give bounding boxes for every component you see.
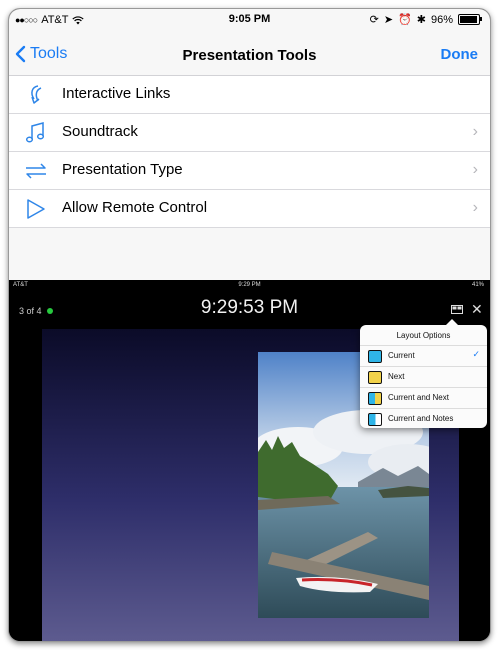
menu-item-soundtrack[interactable]: Soundtrack › xyxy=(9,114,490,152)
chevron-right-icon: › xyxy=(472,161,478,178)
layout-option-current[interactable]: Current ✓ xyxy=(360,345,487,366)
navigation-bar: Tools Presentation Tools Done xyxy=(9,39,490,76)
menu-item-label: Presentation Type xyxy=(62,161,183,178)
presenter-status-bar: AT&T 9:29 PM 41% xyxy=(9,280,490,292)
close-icon[interactable]: ✕ xyxy=(471,301,483,318)
option-label: Current and Next xyxy=(388,393,449,402)
menu-item-presentation-type[interactable]: Presentation Type › xyxy=(9,152,490,190)
swap-arrows-icon xyxy=(26,163,46,179)
music-note-icon xyxy=(25,122,45,143)
layout-options-popover: Layout Options Current ✓ Next Current an… xyxy=(360,319,487,429)
menu-item-label: Soundtrack xyxy=(62,123,138,140)
alarm-icon: ⏰ xyxy=(398,14,412,26)
play-icon xyxy=(27,199,45,219)
page-title: Presentation Tools xyxy=(182,47,317,64)
current-layout-icon xyxy=(368,350,382,363)
current-and-next-layout-icon xyxy=(368,392,382,405)
current-and-notes-layout-icon xyxy=(368,413,382,426)
interactive-links-icon xyxy=(31,85,42,104)
presenter-clock: 9:29:53 PM xyxy=(200,297,299,318)
presenter-display: AT&T 9:29 PM 41% 3 of 4 9:29:53 PM ✕ Lay… xyxy=(9,280,490,641)
option-label: Current and Notes xyxy=(388,414,454,423)
layout-options-icon[interactable] xyxy=(451,305,463,314)
option-label: Current xyxy=(388,351,415,360)
layout-option-current-and-next[interactable]: Current and Next xyxy=(360,387,487,408)
presentation-tools-panel: ●●○○○ AT&T 9:05 PM ⟳ ➤ ⏰ ✱ 96% Tools Pre… xyxy=(9,9,490,280)
option-label: Next xyxy=(388,372,405,381)
menu-item-interactive-links[interactable]: Interactive Links xyxy=(9,76,490,114)
menu-item-label: Allow Remote Control xyxy=(62,199,208,216)
chevron-right-icon: › xyxy=(472,123,478,140)
battery-icon xyxy=(458,14,482,25)
checkmark-icon: ✓ xyxy=(472,349,480,359)
layout-option-next[interactable]: Next xyxy=(360,366,487,387)
status-bar: ●●○○○ AT&T 9:05 PM ⟳ ➤ ⏰ ✱ 96% xyxy=(9,9,490,31)
bluetooth-icon: ✱ xyxy=(416,14,426,26)
presenter-battery-percent: 41% xyxy=(471,282,484,288)
chevron-right-icon: › xyxy=(472,199,478,216)
done-button[interactable]: Done xyxy=(441,46,479,63)
popover-title: Layout Options xyxy=(396,331,451,340)
next-layout-icon xyxy=(368,371,382,384)
rotation-lock-icon: ⟳ xyxy=(369,14,379,26)
ipad-screen: ●●○○○ AT&T 9:05 PM ⟳ ➤ ⏰ ✱ 96% Tools Pre… xyxy=(8,8,491,642)
menu-item-allow-remote-control[interactable]: Allow Remote Control › xyxy=(9,190,490,228)
location-icon: ➤ xyxy=(383,14,394,26)
battery-percent: 96% xyxy=(430,13,453,26)
presenter-status-time: 9:29 PM xyxy=(238,282,261,288)
menu-item-label: Interactive Links xyxy=(62,85,171,102)
layout-option-current-and-notes[interactable]: Current and Notes xyxy=(360,408,487,429)
